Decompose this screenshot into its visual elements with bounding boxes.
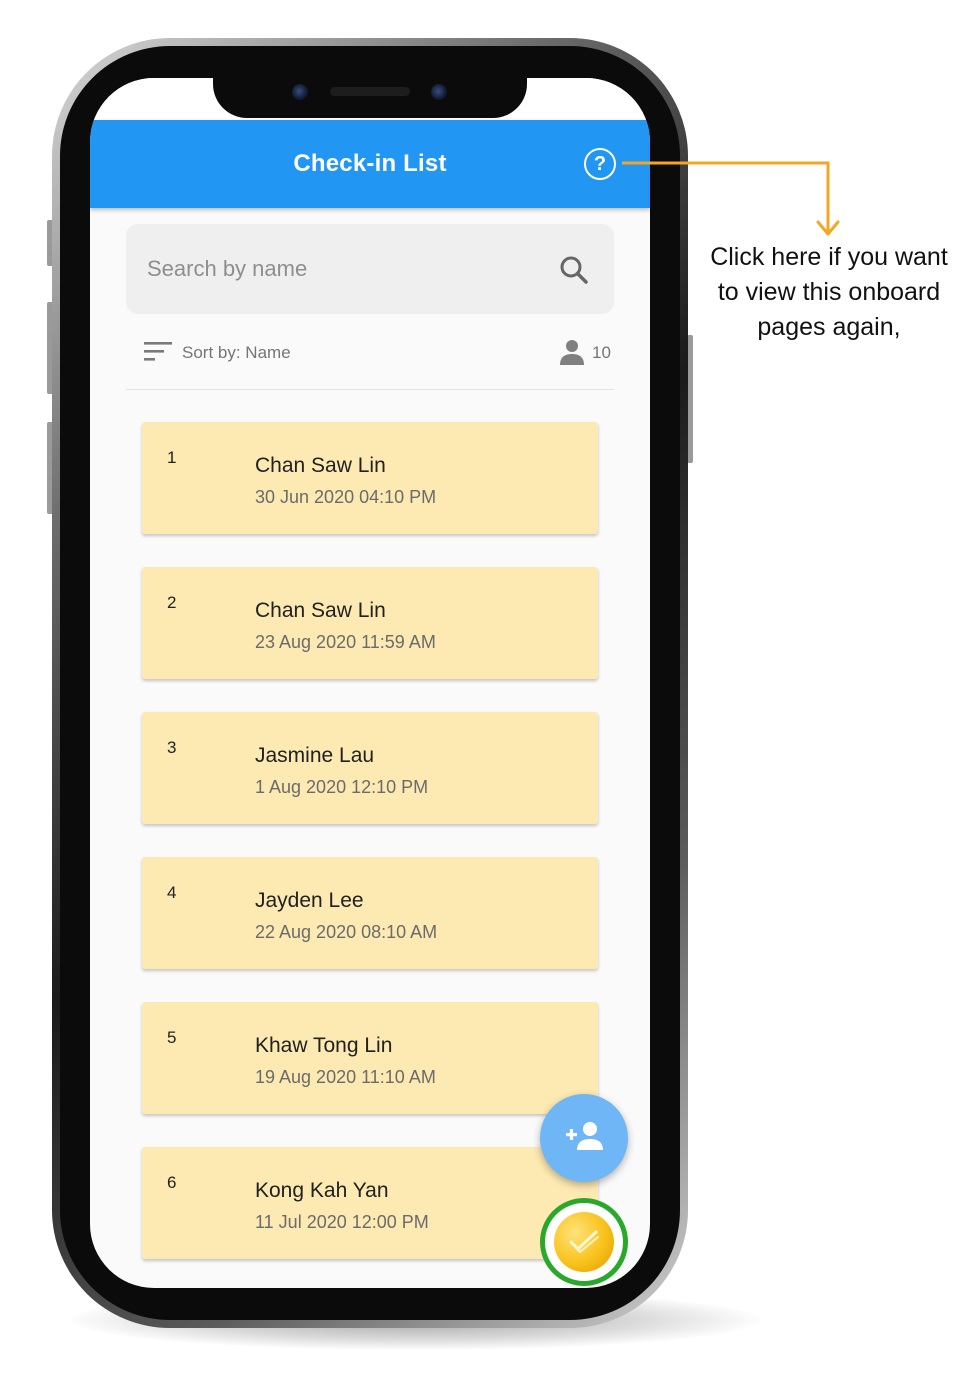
callout-line: pages again, bbox=[757, 313, 901, 341]
callout-line: to view this onboard bbox=[717, 278, 941, 306]
callout-line: Click here if you want bbox=[710, 243, 948, 271]
callout-text: Click here if you want to view this onbo… bbox=[694, 240, 964, 345]
callout-arrow bbox=[622, 161, 840, 236]
